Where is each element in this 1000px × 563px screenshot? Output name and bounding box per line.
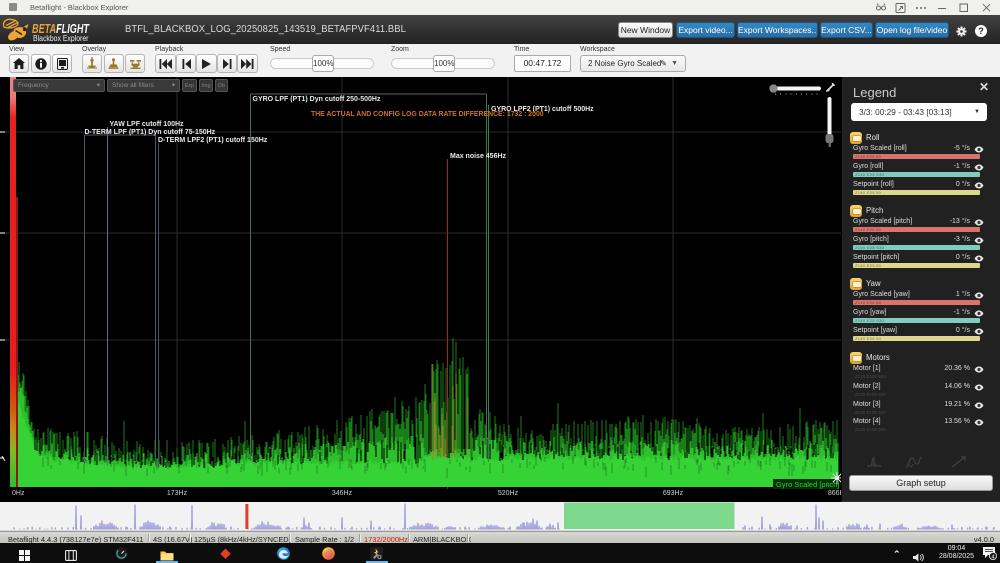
svg-text:4: 4 (991, 554, 994, 560)
svg-text:346Hz: 346Hz (332, 490, 353, 497)
svg-text:?: ? (978, 26, 984, 36)
svg-text:THE ACTUAL AND CONFIG LOG DATA: THE ACTUAL AND CONFIG LOG DATA RATE DIFF… (311, 111, 544, 118)
svg-text:Gyro Scaled [pitch]: Gyro Scaled [pitch] (776, 480, 839, 489)
svg-text:D-TERM LPF2 (PT1) cutoff 150Hz: D-TERM LPF2 (PT1) cutoff 150Hz (158, 137, 268, 144)
svg-text:866Hz: 866Hz (828, 490, 841, 497)
svg-text:YAW LPF cutoff 100Hz: YAW LPF cutoff 100Hz (110, 121, 185, 128)
svg-text:0Hz: 0Hz (12, 490, 25, 497)
svg-text:693Hz: 693Hz (663, 490, 684, 497)
svg-text:173Hz: 173Hz (167, 490, 188, 497)
svg-text:520Hz: 520Hz (498, 490, 519, 497)
svg-text:Max noise 456Hz: Max noise 456Hz (450, 153, 507, 160)
svg-text:GYRO LPF (PT1) Dyn cutoff 250-: GYRO LPF (PT1) Dyn cutoff 250-500Hz (253, 96, 381, 103)
svg-text:D-TERM LPF (PT1) Dyn cutoff 75: D-TERM LPF (PT1) Dyn cutoff 75-150Hz (85, 129, 216, 136)
